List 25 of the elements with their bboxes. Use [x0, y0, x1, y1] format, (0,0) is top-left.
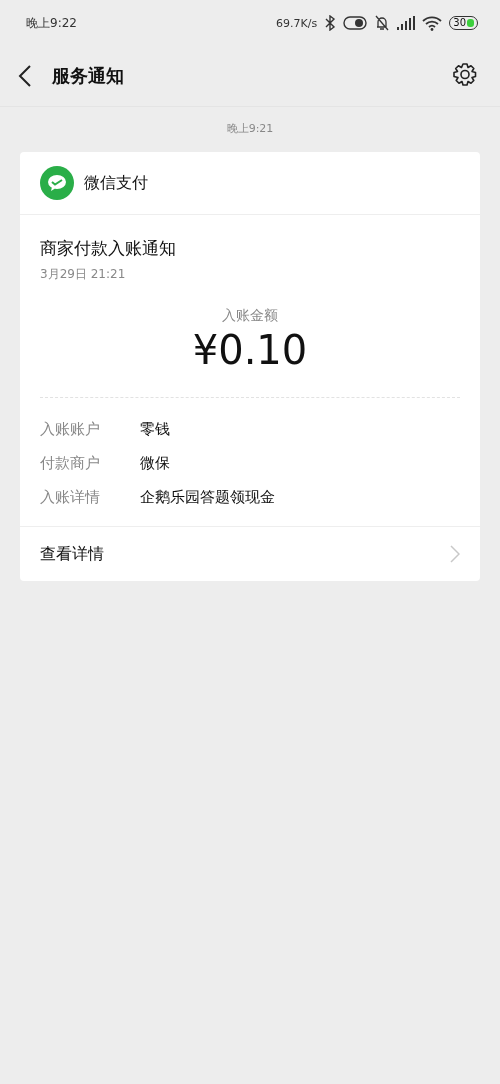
- detail-label: 入账账户: [40, 419, 101, 440]
- back-icon[interactable]: [18, 64, 32, 88]
- detail-value: 零钱: [140, 419, 170, 440]
- signal-icon: [397, 16, 416, 30]
- detail-label: 入账详情: [40, 487, 101, 508]
- amount-value: ¥0.10: [192, 327, 308, 373]
- detail-value: 企鹅乐园答题领现金: [140, 487, 275, 508]
- page-title: 服务通知: [52, 64, 125, 88]
- wifi-icon: [422, 15, 443, 31]
- view-details-link[interactable]: 查看详情: [20, 526, 480, 581]
- payment-logo-icon: [40, 166, 74, 200]
- bluetooth-icon: [324, 15, 337, 31]
- toggle-icon: [343, 16, 368, 30]
- notice-date: 3月29日 21:21: [40, 266, 127, 283]
- settings-icon[interactable]: [452, 63, 478, 89]
- bell-muted-icon: [374, 15, 391, 31]
- source-name: 微信支付: [84, 172, 148, 194]
- status-time: 晚上9:22: [26, 14, 77, 32]
- amount-label: 入账金额: [222, 307, 278, 323]
- detail-value: 微保: [140, 453, 170, 474]
- chevron-right-icon: [450, 545, 460, 563]
- notice-title: 商家付款入账通知: [40, 237, 177, 260]
- message-time: 晚上9:21: [226, 122, 274, 135]
- network-speed: 69.7K/s: [276, 16, 318, 30]
- detail-label: 付款商户: [40, 453, 101, 474]
